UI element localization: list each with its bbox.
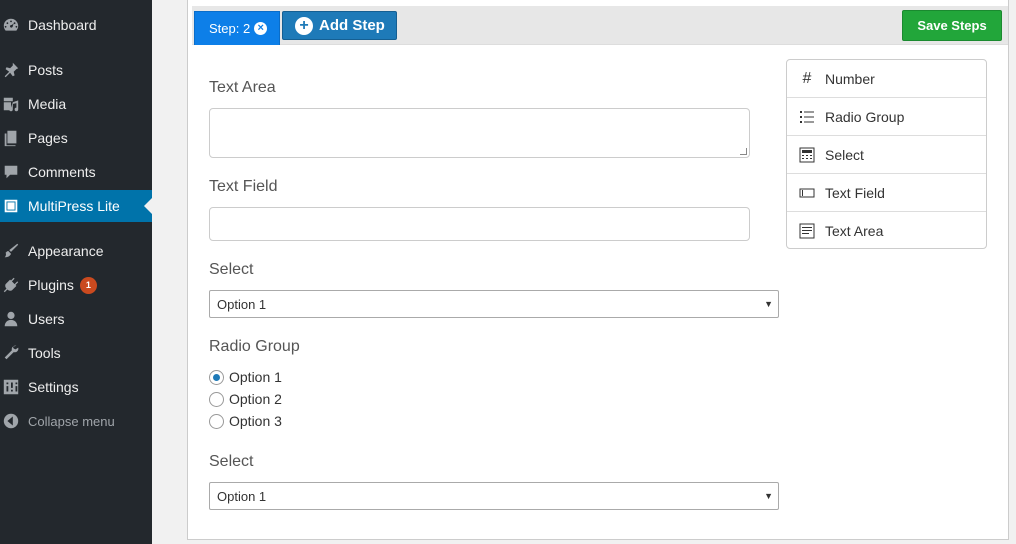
hash-icon: #: [802, 69, 812, 87]
dropdown-caret-icon: ▼: [764, 491, 773, 501]
field-type-label: Radio Group: [825, 108, 905, 125]
plus-circle-icon: +: [295, 16, 313, 35]
admin-sidebar: Dashboard Posts Media Pages Comments Mul…: [0, 0, 152, 544]
textfield-label: Text Field: [209, 178, 278, 195]
sidebar-item-media[interactable]: Media: [0, 88, 152, 120]
radio-group-label: Radio Group: [209, 338, 300, 355]
sidebar-item-label: Users: [28, 311, 65, 327]
brush-icon: [1, 241, 21, 261]
sidebar-item-label: Comments: [28, 164, 96, 180]
textarea-icon: [798, 222, 816, 240]
plug-icon: [1, 275, 21, 295]
sidebar-item-label: Settings: [28, 379, 79, 395]
collapse-menu-button[interactable]: Collapse menu: [0, 405, 152, 437]
select-value: Option 1: [217, 488, 267, 504]
sidebar-item-label: Tools: [28, 345, 61, 361]
pin-icon: [1, 60, 21, 80]
close-icon[interactable]: ×: [254, 22, 268, 35]
book-icon: [1, 196, 21, 216]
radio-option[interactable]: Option 2: [209, 391, 282, 407]
radio-option-label: Option 2: [229, 391, 282, 407]
media-icon: [1, 94, 21, 114]
tab-label: Step: 2: [209, 21, 251, 36]
textarea-label: Text Area: [209, 79, 276, 96]
radio-option-label: Option 1: [229, 369, 282, 385]
textarea-field[interactable]: [209, 108, 750, 158]
text-input[interactable]: [209, 207, 750, 241]
select-value: Option 1: [217, 296, 267, 312]
sidebar-item-tools[interactable]: Tools: [0, 337, 152, 369]
radio-option[interactable]: Option 1: [209, 369, 282, 385]
sidebar-item-label: MultiPress Lite: [28, 198, 120, 214]
add-step-label: Add Step: [319, 17, 385, 34]
sidebar-item-plugins[interactable]: Plugins 1: [0, 269, 152, 301]
sidebar-item-label: Collapse menu: [28, 413, 115, 429]
sidebar-item-posts[interactable]: Posts: [0, 54, 152, 86]
list-icon: [798, 108, 816, 126]
sidebar-item-label: Plugins: [28, 277, 74, 293]
field-type-radio-group[interactable]: Radio Group: [787, 98, 986, 136]
dropdown-caret-icon: ▼: [764, 299, 773, 309]
save-steps-button[interactable]: Save Steps: [902, 10, 1002, 41]
field-type-label: Select: [825, 146, 864, 163]
steps-toolbar: Step: 2 × + Add Step Save Steps: [192, 6, 1008, 45]
sidebar-item-label: Media: [28, 96, 67, 112]
sidebar-item-label: Posts: [28, 62, 64, 78]
select-label: Select: [209, 261, 254, 278]
field-type-label: Text Area: [825, 223, 884, 239]
pages-icon: [1, 128, 21, 148]
tab-step-2[interactable]: Step: 2 ×: [194, 11, 281, 45]
radio-button[interactable]: [209, 413, 224, 429]
add-step-button[interactable]: + Add Step: [282, 11, 397, 40]
sidebar-item-users[interactable]: Users: [0, 303, 152, 335]
wrench-icon: [1, 343, 21, 363]
sidebar-item-label: Pages: [28, 130, 68, 146]
sidebar-item-appearance[interactable]: Appearance: [0, 235, 152, 267]
textfield-icon: [798, 184, 816, 202]
sidebar-item-label: Dashboard: [28, 17, 97, 33]
sidebar-item-settings[interactable]: Settings: [0, 371, 152, 403]
sidebar-item-comments[interactable]: Comments: [0, 156, 152, 188]
sidebar-item-dashboard[interactable]: Dashboard: [0, 9, 152, 41]
field-type-select[interactable]: Select: [787, 136, 986, 174]
select-icon: [798, 146, 816, 164]
user-icon: [1, 309, 21, 329]
radio-option-label: Option 3: [229, 413, 282, 429]
select-dropdown[interactable]: Option 1 ▼: [209, 482, 779, 510]
update-count-badge: 1: [79, 276, 97, 294]
radio-button[interactable]: [209, 391, 224, 407]
select-label: Select: [209, 453, 254, 470]
collapse-icon: [1, 411, 21, 431]
field-type-number[interactable]: # Number: [787, 60, 986, 98]
field-type-text-area[interactable]: Text Area: [787, 212, 986, 250]
sidebar-item-pages[interactable]: Pages: [0, 122, 152, 154]
field-type-label: Number: [825, 70, 875, 87]
field-type-text-field[interactable]: Text Field: [787, 174, 986, 212]
sidebar-item-label: Appearance: [28, 243, 104, 259]
field-type-label: Text Field: [825, 184, 885, 201]
dashboard-icon: [1, 15, 21, 35]
radio-button[interactable]: [209, 369, 224, 385]
select-dropdown[interactable]: Option 1 ▼: [209, 290, 779, 318]
form-builder-panel: Step: 2 × + Add Step Save Steps Text Are…: [187, 0, 1009, 540]
field-type-list: # Number Radio Group Select Text Field T…: [786, 59, 987, 249]
sidebar-item-multipress-lite[interactable]: MultiPress Lite: [0, 190, 152, 222]
comment-icon: [1, 162, 21, 182]
radio-option[interactable]: Option 3: [209, 413, 282, 429]
settings-icon: [1, 377, 21, 397]
